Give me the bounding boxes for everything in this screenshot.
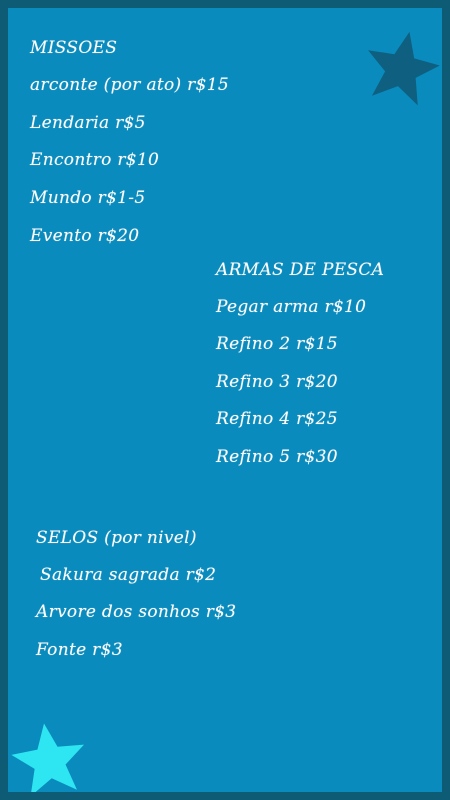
missoes-item: Encontro r$10 — [30, 150, 160, 170]
armas-item: Pegar arma r$10 — [216, 297, 367, 317]
star-icon — [368, 31, 440, 106]
selos-heading: SELOS (por nivel) — [36, 528, 197, 548]
armas-item: Refino 4 r$25 — [216, 409, 338, 429]
price-list-card: MISSOES arconte (por ato) r$15 Lendaria … — [0, 0, 450, 800]
armas-item: Refino 3 r$20 — [216, 372, 338, 392]
armas-item: Refino 2 r$15 — [216, 334, 338, 354]
missoes-item: Mundo r$1-5 — [30, 188, 146, 208]
armas-item: Refino 5 r$30 — [216, 447, 338, 467]
missoes-item: Lendaria r$5 — [30, 113, 146, 133]
selos-item: Arvore dos sonhos r$3 — [36, 602, 237, 622]
star-icon — [11, 723, 85, 792]
armas-heading: ARMAS DE PESCA — [216, 260, 385, 280]
selos-item: Sakura sagrada r$2 — [40, 565, 217, 585]
missoes-heading: MISSOES — [30, 38, 118, 58]
missoes-item: arconte (por ato) r$15 — [30, 75, 229, 95]
missoes-item: Evento r$20 — [30, 226, 140, 246]
selos-item: Fonte r$3 — [36, 640, 123, 660]
